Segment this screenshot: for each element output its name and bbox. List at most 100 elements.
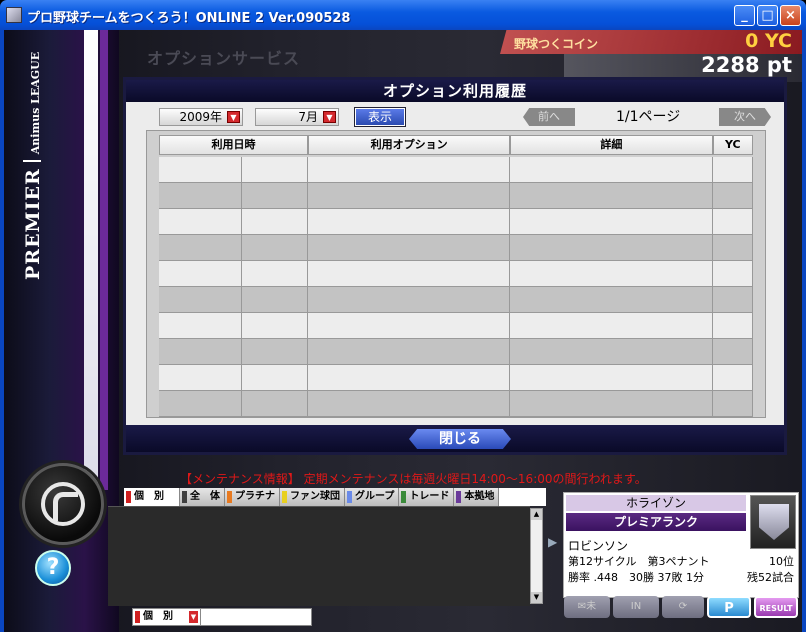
- table-row: [159, 287, 753, 313]
- table-cell: [308, 183, 511, 209]
- window-frame-right: [802, 30, 806, 632]
- login-users-button[interactable]: IN: [613, 596, 659, 618]
- prev-page-button[interactable]: 前へ: [523, 108, 575, 126]
- panel-title: オプション利用履歴: [126, 80, 784, 102]
- maximize-button[interactable]: □: [757, 5, 778, 26]
- close-window-button[interactable]: ×: [780, 5, 801, 26]
- table-cell: [712, 391, 753, 417]
- table-cell: [241, 209, 308, 235]
- month-select[interactable]: 7月 ▼: [255, 108, 339, 126]
- table-row: [159, 365, 753, 391]
- service-title: オプションサービス: [147, 49, 301, 68]
- profile-card: ホライゾン プレミアランク ロビンソン 第12サイクル 第3ペナント 10位 勝…: [563, 492, 799, 598]
- expand-arrow-icon[interactable]: ▶: [548, 535, 557, 549]
- dropdown-arrow-icon: ▼: [189, 611, 198, 623]
- year-select[interactable]: 2009年 ▼: [159, 108, 243, 126]
- points-value: 2288 pt: [701, 53, 792, 77]
- league-banner: PREMIER Animus LEAGUE ?: [4, 30, 119, 632]
- sync-icon[interactable]: ⟳: [662, 596, 704, 618]
- table-cell: [308, 209, 511, 235]
- table-row: [159, 313, 753, 339]
- player-name: ロビンソン: [568, 539, 629, 553]
- mail-button[interactable]: ✉未: [564, 596, 610, 618]
- chat-tab-4[interactable]: グループ: [345, 488, 400, 506]
- table-cell: [510, 391, 713, 417]
- league-animus: Animus LEAGUE: [29, 51, 42, 155]
- banner-stripe-purple: [100, 30, 108, 490]
- table-cell: [510, 365, 713, 391]
- chat-tab-1[interactable]: 全 体: [180, 488, 225, 506]
- table-cell: [308, 235, 511, 261]
- table-cell: [712, 339, 753, 365]
- table-row: [159, 339, 753, 365]
- col-detail: 詳細: [510, 135, 713, 155]
- table-cell: [510, 287, 713, 313]
- scroll-down-icon[interactable]: ▼: [531, 592, 542, 603]
- chat-tab-2[interactable]: プラチナ: [225, 488, 280, 506]
- coin-label: 野球つくコイン: [514, 37, 599, 51]
- table-cell: [159, 313, 242, 339]
- league-separator: [23, 160, 41, 163]
- dropdown-arrow-icon: ▼: [227, 111, 240, 123]
- table-cell: [241, 391, 308, 417]
- table-row: [159, 391, 753, 417]
- action-buttons: ✉未 IN ⟳ P RESULT: [564, 596, 800, 620]
- chat-tab-5[interactable]: トレード: [399, 488, 455, 506]
- show-button[interactable]: 表示: [354, 107, 406, 127]
- col-yc: YC: [712, 135, 753, 155]
- bird-icon: [41, 482, 85, 526]
- table-cell: [308, 365, 511, 391]
- table-cell: [308, 313, 511, 339]
- chat-scrollbar[interactable]: ▲ ▼: [530, 508, 543, 604]
- chat-input[interactable]: [201, 609, 311, 625]
- chat-tab-0[interactable]: 個 別: [124, 488, 180, 506]
- table-cell: [712, 287, 753, 313]
- scroll-up-icon[interactable]: ▲: [531, 509, 542, 520]
- table-cell: [308, 339, 511, 365]
- rank-label: プレミアランク: [566, 513, 746, 531]
- chat-tab-3[interactable]: ファン球団: [280, 488, 345, 506]
- table-cell: [510, 209, 713, 235]
- chat-mode-value: 個 別: [143, 611, 173, 622]
- table-cell: [308, 261, 511, 287]
- table-header: 利用日時 利用オプション 詳細 YC: [159, 135, 753, 155]
- help-button[interactable]: ?: [35, 550, 71, 586]
- team-emblem-icon[interactable]: [22, 463, 104, 545]
- table-row: [159, 209, 753, 235]
- table-cell: [241, 365, 308, 391]
- option-history-panel: オプション利用履歴 2009年 ▼ 7月 ▼ 表示 前へ 1/1ページ 次へ 利用日…: [123, 77, 787, 455]
- history-table: 利用日時 利用オプション 詳細 YC: [146, 130, 766, 418]
- table-cell: [510, 339, 713, 365]
- chat-tab-6[interactable]: 本拠地: [454, 488, 500, 506]
- close-panel-button[interactable]: 閉じる: [409, 429, 511, 449]
- table-cell: [510, 261, 713, 287]
- app-icon: [6, 7, 22, 23]
- banner-stripe: [84, 30, 98, 490]
- table-cell: [712, 183, 753, 209]
- table-cell: [308, 157, 511, 183]
- table-cell: [159, 235, 242, 261]
- chat-log[interactable]: [108, 506, 530, 606]
- table-cell: [510, 157, 713, 183]
- page-indicator: 1/1ページ: [616, 109, 681, 125]
- table-row: [159, 157, 753, 183]
- window-title: プロ野球チームをつくろう！ONLINE 2 Ver.090528: [27, 11, 351, 26]
- table-cell: [159, 391, 242, 417]
- close-bar: 閉じる: [126, 425, 784, 452]
- points-button[interactable]: P: [707, 596, 751, 618]
- table-cell: [241, 261, 308, 287]
- table-cell: [159, 365, 242, 391]
- minimize-button[interactable]: _: [734, 5, 755, 26]
- dropdown-arrow-icon: ▼: [323, 111, 336, 123]
- table-cell: [308, 287, 511, 313]
- result-button[interactable]: RESULT: [754, 596, 798, 618]
- table-cell: [159, 339, 242, 365]
- title-bar[interactable]: プロ野球チームをつくろう！ONLINE 2 Ver.090528 _ □ ×: [0, 0, 806, 30]
- table-cell: [159, 209, 242, 235]
- chat-mode-select[interactable]: 個 別 ▼: [133, 609, 201, 625]
- next-page-button[interactable]: 次へ: [719, 108, 771, 126]
- chat-input-row: 個 別 ▼: [132, 608, 312, 626]
- table-cell: [241, 313, 308, 339]
- table-cell: [510, 183, 713, 209]
- table-cell: [241, 287, 308, 313]
